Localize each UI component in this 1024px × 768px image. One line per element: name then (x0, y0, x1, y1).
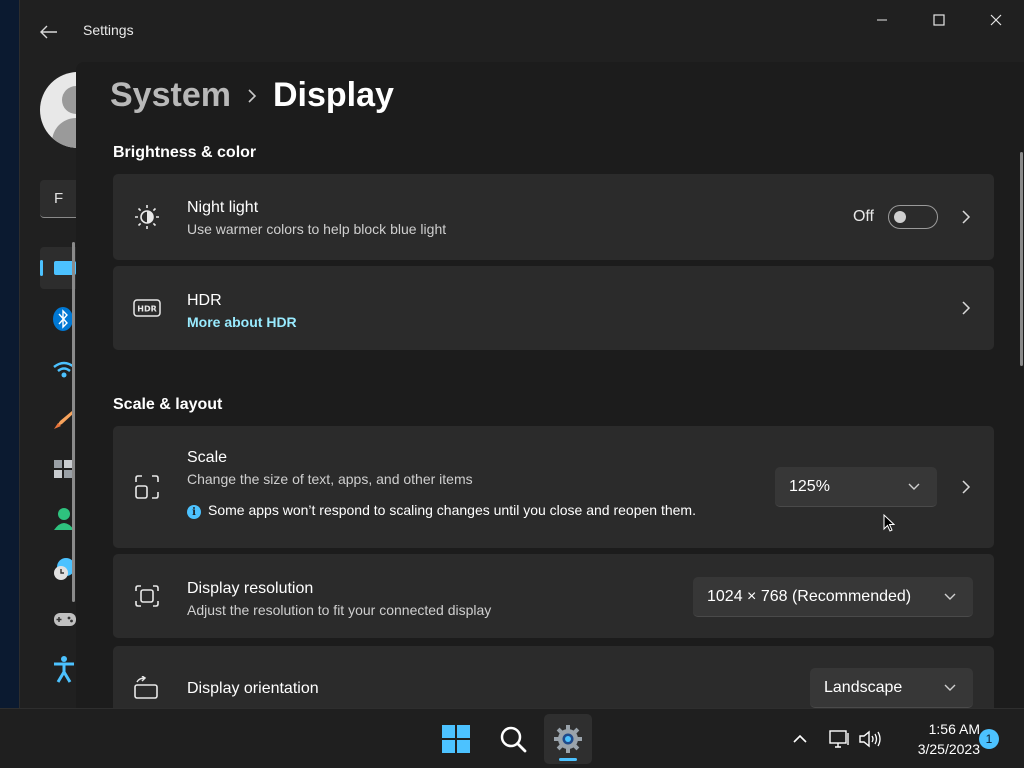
display-resolution-card: Display resolution Adjust the resolution… (113, 554, 994, 638)
night-light-description: Use warmer colors to help block blue lig… (187, 221, 447, 237)
close-button[interactable] (967, 0, 1024, 40)
settings-window: Settings F System Display Brightness & c… (19, 0, 1024, 708)
breadcrumb-separator-icon (247, 88, 257, 104)
mouse-cursor-icon (883, 514, 895, 532)
desktop-background (0, 0, 19, 708)
nav-item-apps[interactable] (40, 448, 76, 490)
content-pane: System Display Brightness & color Night … (76, 62, 1024, 708)
clock-time: 1:56 AM (928, 721, 980, 737)
notification-badge[interactable]: 1 (979, 729, 999, 749)
display-resolution-title: Display resolution (187, 580, 314, 597)
settings-taskbar-button[interactable] (544, 714, 592, 764)
show-hidden-icons-button[interactable] (786, 724, 814, 754)
taskbar-clock[interactable]: 1:56 AM 3/25/2023 (890, 719, 980, 759)
scale-info-message: Some apps won’t respond to scaling chang… (208, 502, 696, 518)
night-light-icon (133, 203, 161, 231)
scale-icon (133, 473, 161, 501)
nav-item-gaming[interactable] (40, 598, 76, 640)
navigation-pane: F (20, 62, 76, 708)
display-resolution-description: Adjust the resolution to fit your connec… (187, 602, 492, 618)
resolution-dropdown[interactable]: 1024 × 768 (Recommended) (693, 577, 973, 617)
info-icon: i (187, 505, 201, 519)
window-controls (853, 0, 1024, 40)
gaming-icon (54, 613, 76, 626)
night-light-title: Night light (187, 199, 259, 216)
app-title: Settings (83, 22, 134, 38)
chevron-down-icon (943, 590, 957, 604)
night-light-state: Off (852, 208, 874, 225)
chevron-right-icon (958, 479, 974, 495)
scale-description: Change the size of text, apps, and other… (187, 471, 473, 487)
chevron-right-icon (958, 300, 974, 316)
taskbar: 1:56 AM 3/25/2023 1 (0, 708, 1024, 768)
breadcrumb-system[interactable]: System (110, 76, 231, 115)
bluetooth-icon (53, 307, 73, 331)
windows-logo-icon (442, 725, 470, 753)
maximize-button[interactable] (910, 0, 967, 40)
section-title-scale-layout: Scale & layout (113, 396, 223, 413)
nav-item-accessibility[interactable] (40, 648, 76, 690)
user-avatar[interactable] (40, 72, 76, 148)
more-about-hdr-link[interactable]: More about HDR (187, 314, 297, 330)
search-button[interactable] (489, 714, 537, 764)
back-arrow-icon (40, 25, 57, 39)
start-button[interactable] (432, 714, 480, 764)
chevron-right-icon (958, 209, 974, 225)
orientation-value: Landscape (824, 678, 903, 696)
chevron-down-icon (907, 480, 921, 494)
content-scrollbar[interactable] (1020, 152, 1023, 366)
back-button[interactable] (34, 18, 64, 46)
display-orientation-card: Display orientation Landscape (113, 646, 994, 708)
minimize-button[interactable] (853, 0, 910, 40)
nav-item-network[interactable] (40, 348, 76, 390)
scale-dropdown[interactable]: 125% (775, 467, 937, 507)
night-light-toggle[interactable] (888, 205, 938, 229)
close-icon (990, 14, 1001, 26)
clock-date: 3/25/2023 (917, 741, 980, 757)
nav-item-accounts[interactable] (40, 498, 76, 540)
selection-indicator (40, 260, 43, 276)
resolution-value: 1024 × 768 (Recommended) (707, 587, 912, 605)
network-tray-button[interactable] (826, 724, 854, 754)
nav-item-system[interactable] (40, 247, 76, 289)
title-bar: Settings (20, 0, 1024, 62)
chevron-up-icon (793, 734, 807, 743)
gear-icon (554, 725, 582, 753)
hdr-title: HDR (187, 292, 222, 309)
scale-title: Scale (187, 449, 228, 466)
find-setting-input[interactable]: F (40, 180, 76, 218)
orientation-dropdown[interactable]: Landscape (810, 668, 973, 708)
nav-item-bluetooth[interactable] (40, 298, 76, 340)
svg-text:HDR: HDR (137, 305, 157, 314)
network-icon (829, 730, 849, 748)
chevron-down-icon (943, 681, 957, 695)
running-indicator (559, 758, 577, 761)
display-orientation-title: Display orientation (187, 680, 319, 697)
resolution-icon (133, 582, 161, 610)
nav-item-time-language[interactable] (40, 548, 76, 590)
nav-scrollbar[interactable] (72, 242, 75, 602)
scale-value: 125% (789, 477, 830, 495)
breadcrumb: System Display (110, 76, 394, 115)
nav-item-personalization[interactable] (40, 398, 76, 440)
search-icon (500, 726, 527, 753)
maximize-icon (932, 14, 945, 26)
volume-icon (859, 730, 881, 748)
hdr-card[interactable]: HDR HDR More about HDR (113, 266, 994, 350)
hdr-icon: HDR (133, 294, 161, 322)
scale-card[interactable]: Scale Change the size of text, apps, and… (113, 426, 994, 548)
night-light-card[interactable]: Night light Use warmer colors to help bl… (113, 174, 994, 260)
page-title: Display (272, 76, 394, 114)
minimize-icon (876, 19, 887, 21)
volume-tray-button[interactable] (856, 724, 884, 754)
orientation-icon (133, 674, 161, 702)
section-title-brightness: Brightness & color (113, 144, 257, 161)
accessibility-icon (54, 656, 74, 683)
